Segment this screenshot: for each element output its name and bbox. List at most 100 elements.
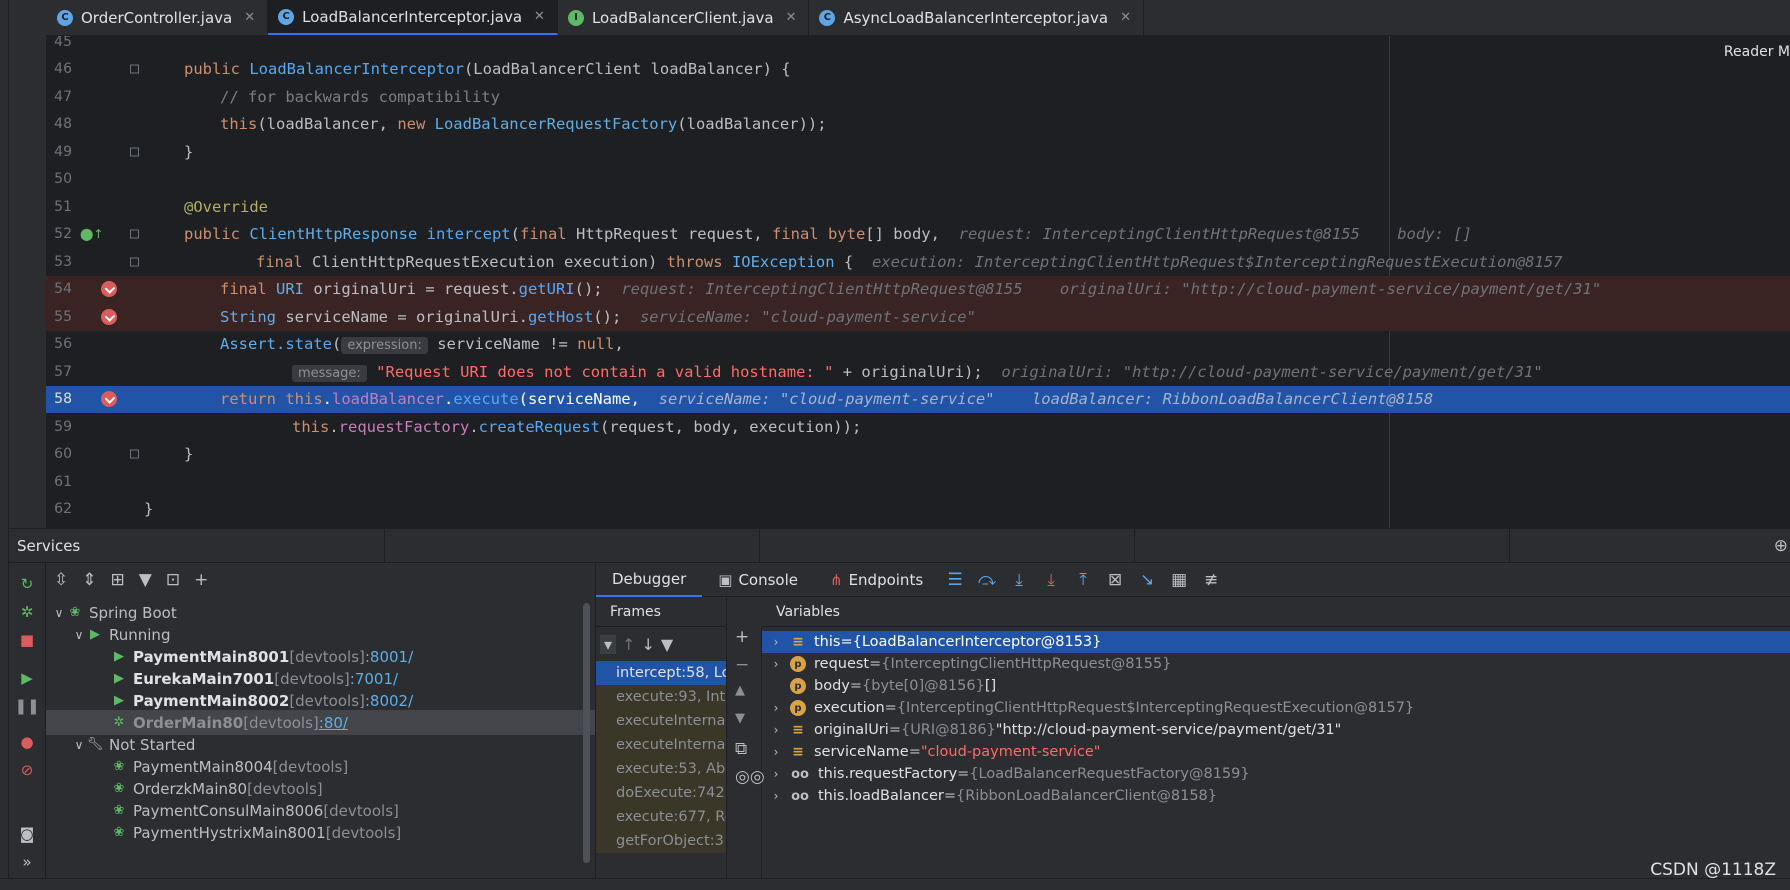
scrollbar[interactable] [583, 603, 590, 863]
collapse-all-icon[interactable]: ⇕ [82, 570, 96, 590]
fold-marker[interactable] [130, 147, 139, 157]
override-icon[interactable]: ⬤↑ [80, 227, 103, 241]
chevron-right-icon[interactable]: › [762, 657, 790, 671]
variable-row[interactable]: › p execution = {InterceptingClientHttpR… [762, 697, 1790, 719]
debug-icon[interactable]: ✲ [18, 603, 36, 621]
code-line: 57 message: "Request URI does not contai… [46, 358, 1790, 386]
rerun-icon[interactable]: ↻ [18, 575, 36, 593]
tab-endpoints[interactable]: ⋔ Endpoints [814, 563, 939, 597]
more-icon[interactable]: » [18, 853, 36, 871]
chevron-right-icon[interactable]: › [762, 745, 790, 759]
close-icon[interactable]: ✕ [786, 10, 797, 25]
menu-icon[interactable]: ☰ [939, 563, 971, 597]
arrow-up-icon[interactable]: ↑ [622, 635, 635, 654]
port-link[interactable]: :7001/ [350, 670, 398, 688]
frame-row[interactable]: execute:93, Inte [596, 685, 726, 709]
filter-icon[interactable]: ▼ [661, 635, 673, 654]
add-watch-icon[interactable]: + [735, 627, 749, 647]
port-link[interactable]: :8002/ [365, 692, 413, 710]
move-up-icon[interactable]: ▲ [735, 683, 745, 698]
chevron-down-icon[interactable]: ∨ [72, 738, 86, 752]
frame-row[interactable]: intercept:58, Lo [596, 661, 726, 685]
tab-ordercontroller[interactable]: C OrderController.java ✕ [47, 0, 269, 35]
chevron-right-icon[interactable]: › [762, 767, 790, 781]
frame-row[interactable]: executeInternal [596, 709, 726, 733]
tree-node-app[interactable]: ❀ PaymentHystrixMain8001 [devtools] [46, 820, 595, 845]
variable-sep: = [957, 766, 970, 782]
chevron-right-icon[interactable]: › [762, 789, 790, 803]
variable-sep: = [840, 634, 853, 650]
variable-sep: = [849, 678, 863, 694]
class-ref: String [220, 307, 276, 326]
fold-marker[interactable] [130, 257, 139, 267]
variable-row[interactable]: p body = {byte[0]@8156} [] [762, 675, 1790, 697]
chevron-right-icon[interactable]: › [762, 701, 790, 715]
settings-icon[interactable]: ⊕ [1774, 536, 1788, 556]
breakpoint-icon[interactable] [101, 391, 117, 408]
run-to-cursor-icon[interactable]: ↘ [1131, 563, 1163, 597]
fold-marker[interactable] [130, 449, 139, 459]
tab-loadbalancerclient[interactable]: I LoadBalancerClient.java ✕ [558, 0, 810, 35]
new-tab-icon[interactable]: ⊡ [166, 570, 180, 590]
variable-row[interactable]: › oo this.loadBalancer = {RibbonLoadBala… [762, 785, 1790, 807]
services-tree-panel: ⇳ ⇕ ⊞ ▼ ⊡ + ∨ ❀ Spring Boot ∨ ▶ Running … [46, 563, 596, 878]
string-literal: "Request URI does not contain a valid ho… [376, 362, 834, 381]
glasses-icon[interactable]: ◎◎ [735, 767, 765, 787]
code-editor[interactable]: Reader M 45 46 public LoadBalancerInterc… [46, 36, 1790, 528]
frame-row[interactable]: executeInternal [596, 733, 726, 757]
port-link[interactable]: :8001/ [365, 648, 413, 666]
code-text: HttpRequest request, [575, 225, 772, 244]
close-icon[interactable]: ✕ [534, 9, 545, 24]
variable-row[interactable]: › ≡ originalUri = {URI@8186} "http://clo… [762, 719, 1790, 741]
chevron-right-icon[interactable]: › [762, 723, 790, 737]
drop-frame-icon[interactable]: ⊠ [1099, 563, 1131, 597]
stop-icon[interactable]: ■ [18, 631, 36, 649]
chevron-right-icon[interactable]: › [762, 635, 790, 649]
breakpoint-icon[interactable] [101, 308, 117, 325]
close-icon[interactable]: ✕ [1120, 10, 1131, 25]
group-icon[interactable]: ⊞ [111, 570, 125, 590]
variable-row[interactable]: › ≡ serviceName = "cloud-payment-service… [762, 741, 1790, 763]
step-into-icon[interactable]: ⤓ [1003, 563, 1035, 597]
trace-icon[interactable]: ≢ [1195, 563, 1227, 597]
chevron-down-icon[interactable]: ∨ [72, 628, 86, 642]
chevron-down-icon[interactable]: ∨ [52, 606, 66, 620]
pause-icon[interactable]: ❚❚ [14, 697, 39, 715]
view-breakpoints-icon[interactable]: ● [18, 733, 36, 751]
frame-row[interactable]: execute:53, Abs [596, 757, 726, 781]
arrow-down-icon[interactable]: ↓ [641, 635, 654, 654]
close-icon[interactable]: ✕ [244, 10, 255, 25]
variable-row[interactable]: › ≡ this = {LoadBalancerInterceptor@8153… [762, 631, 1790, 653]
fold-marker[interactable] [130, 229, 139, 239]
frame-row[interactable]: getForObject:3 [596, 829, 726, 853]
evaluate-expression-icon[interactable]: ▦ [1163, 563, 1195, 597]
force-step-into-icon[interactable]: ⤓ [1035, 563, 1067, 597]
remove-watch-icon[interactable]: − [735, 655, 749, 675]
tab-asyncloadbalancerinterceptor[interactable]: C AsyncLoadBalancerInterceptor.java ✕ [809, 0, 1144, 35]
move-down-icon[interactable]: ▼ [735, 711, 745, 726]
resume-icon[interactable]: ▶ [18, 669, 36, 687]
tab-console[interactable]: ▣ Console [702, 563, 814, 597]
frame-row[interactable]: doExecute:742, [596, 781, 726, 805]
breakpoint-icon[interactable] [101, 281, 117, 298]
add-icon[interactable]: + [194, 570, 208, 590]
step-over-icon[interactable]: ⤼ [971, 563, 1003, 597]
frame-row[interactable]: execute:677, Re [596, 805, 726, 829]
comment: // for backwards compatibility [220, 87, 500, 106]
mute-breakpoints-icon[interactable]: ⊘ [18, 761, 36, 779]
thread-select-icon[interactable]: ▾ [600, 634, 617, 654]
tab-loadbalancerinterceptor[interactable]: C LoadBalancerInterceptor.java ✕ [268, 0, 558, 35]
step-out-icon[interactable]: ⤒ [1067, 563, 1099, 597]
fold-marker[interactable] [130, 64, 139, 74]
copy-icon[interactable]: ⧉ [735, 739, 747, 759]
keyword: byte [827, 225, 866, 244]
port-link[interactable]: :80/ [319, 714, 348, 732]
variable-row[interactable]: › oo this.requestFactory = {LoadBalancer… [762, 763, 1790, 785]
filter-icon[interactable]: ▼ [139, 570, 152, 590]
expand-all-icon[interactable]: ⇳ [54, 570, 68, 590]
tab-debugger[interactable]: Debugger [596, 563, 703, 597]
app-tag: [devtools] [272, 757, 349, 776]
camera-icon[interactable]: ◙ [18, 825, 36, 843]
code-text: . [329, 417, 339, 436]
variable-row[interactable]: › p request = {InterceptingClientHttpReq… [762, 653, 1790, 675]
